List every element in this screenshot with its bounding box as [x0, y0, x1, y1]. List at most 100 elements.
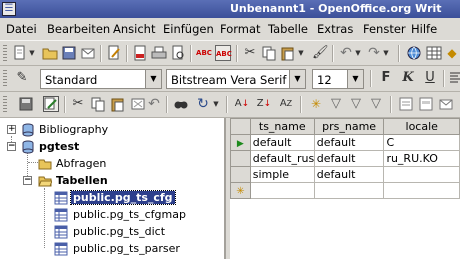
redo-dropdown-icon[interactable]: ▼	[382, 45, 390, 61]
toolbar-grip[interactable]	[3, 96, 7, 113]
menu-ansicht[interactable]: Ansicht	[113, 22, 155, 36]
new-document-icon[interactable]	[12, 45, 28, 61]
grid-cell[interactable]: C	[383, 134, 460, 151]
row-header[interactable]	[230, 150, 251, 167]
chevron-down-icon[interactable]: ▼	[145, 70, 161, 88]
column-header-prs-name[interactable]: prs_name	[313, 118, 385, 135]
delete-record-icon[interactable]	[130, 96, 146, 112]
undo-icon[interactable]: ↶	[338, 45, 354, 61]
bold-button[interactable]: F	[378, 70, 394, 86]
grid-corner[interactable]	[230, 118, 251, 135]
tree-item-table-pg-ts-dict[interactable]: public.pg_ts_dict	[0, 224, 224, 241]
grid-cell[interactable]	[249, 182, 315, 199]
menu-datei[interactable]: Datei	[6, 22, 37, 36]
tree-item-pgtest[interactable]: − pgtest	[0, 139, 224, 156]
column-header-locale[interactable]: locale	[383, 118, 460, 135]
save-icon[interactable]	[61, 45, 77, 61]
standard-filter-icon[interactable]: ▽	[348, 96, 364, 112]
grid-cell[interactable]: default_russi	[249, 150, 315, 167]
menu-einfuegen[interactable]: Einfügen	[163, 22, 214, 36]
refresh-dropdown-icon[interactable]: ▼	[212, 96, 220, 112]
undo-icon[interactable]: ↶	[146, 96, 162, 112]
collapse-icon[interactable]: −	[23, 176, 32, 185]
current-row-marker-icon[interactable]: ▶	[230, 134, 251, 151]
italic-button[interactable]: K	[400, 70, 416, 86]
autofilter-icon[interactable]: ✳	[308, 96, 324, 112]
font-name-select[interactable]: Bitstream Vera Serif ▼	[166, 69, 306, 89]
mail-icon[interactable]	[80, 45, 96, 61]
copy-icon[interactable]	[261, 45, 277, 61]
toolbar-grip[interactable]	[3, 45, 7, 62]
grid-cell[interactable]	[383, 166, 460, 183]
grid-cell[interactable]: ru_RU.KO	[383, 150, 460, 167]
new-record-icon[interactable]: ✳	[230, 182, 251, 199]
grid-cell[interactable]	[383, 182, 460, 199]
tree-item-table-pg-ts-cfgmap[interactable]: public.pg_ts_cfgmap	[0, 207, 224, 224]
grid-cell[interactable]: default	[313, 150, 385, 167]
page-preview-icon[interactable]	[170, 45, 186, 61]
save-record-icon[interactable]	[18, 96, 34, 112]
table-row[interactable]: ▶ default default C	[230, 134, 460, 151]
styles-formatting-icon[interactable]: ✎	[14, 70, 30, 86]
expand-icon[interactable]: +	[7, 125, 16, 134]
chevron-down-icon[interactable]: ▼	[347, 70, 363, 88]
paste-dropdown-icon[interactable]: ▼	[297, 45, 305, 61]
menu-bearbeiten[interactable]: Bearbeiten	[47, 22, 110, 36]
collapse-icon[interactable]: −	[7, 142, 16, 151]
column-header-ts-name[interactable]: ts_name	[249, 118, 315, 135]
grid-cell[interactable]: simple	[249, 166, 315, 183]
sort-descending-icon[interactable]: Z↓	[256, 96, 272, 112]
open-folder-icon[interactable]	[42, 45, 58, 61]
menu-format[interactable]: Format	[220, 22, 261, 36]
cut-icon[interactable]: ✂	[242, 45, 258, 61]
auto-spellcheck-icon[interactable]: ABC	[215, 45, 232, 61]
toolbar-grip[interactable]	[3, 70, 7, 87]
clone-formatting-icon[interactable]: 🖌	[312, 45, 329, 61]
underline-button[interactable]: U	[422, 70, 438, 86]
paragraph-style-select[interactable]: Standard ▼	[40, 69, 162, 89]
show-draw-functions-icon[interactable]: ◆	[444, 45, 460, 61]
menu-fenster[interactable]: Fenster	[363, 22, 406, 36]
table-row[interactable]: default_russi default ru_RU.KO	[230, 150, 460, 167]
menu-extras[interactable]: Extras	[317, 22, 353, 36]
spellcheck-icon[interactable]: ABC	[196, 45, 212, 61]
paste-icon[interactable]	[110, 96, 126, 112]
redo-icon[interactable]: ↷	[366, 45, 382, 61]
app-icon[interactable]: ☰	[2, 2, 16, 16]
new-dropdown-icon[interactable]: ▼	[28, 45, 36, 61]
copy-icon[interactable]	[90, 96, 106, 112]
hyperlink-icon[interactable]	[406, 45, 422, 61]
tree-item-table-pg-ts-cfg[interactable]: public.pg_ts_cfg	[0, 190, 224, 207]
row-header[interactable]	[230, 166, 251, 183]
data-to-fields-icon[interactable]	[418, 96, 434, 112]
remove-filter-icon[interactable]: ▽	[368, 96, 384, 112]
edit-file-icon[interactable]	[106, 45, 122, 61]
grid-cell[interactable]: default	[313, 166, 385, 183]
align-left-icon[interactable]	[448, 70, 460, 86]
menu-tabelle[interactable]: Tabelle	[268, 22, 308, 36]
data-to-text-icon[interactable]	[398, 96, 414, 112]
paste-icon[interactable]	[280, 45, 296, 61]
grid-cell[interactable]: default	[313, 134, 385, 151]
tree-item-tabellen[interactable]: − Tabellen	[0, 173, 224, 190]
grid-cell[interactable]: default	[249, 134, 315, 151]
grid-cell[interactable]	[313, 182, 385, 199]
print-icon[interactable]	[151, 45, 167, 61]
font-size-select[interactable]: 12 ▼	[312, 69, 364, 89]
chevron-down-icon[interactable]: ▼	[289, 70, 305, 88]
tree-item-bibliography[interactable]: + Bibliography	[0, 122, 224, 139]
table-icon[interactable]	[426, 45, 442, 61]
new-record-row[interactable]: ✳	[230, 182, 460, 199]
export-pdf-icon[interactable]	[132, 45, 148, 61]
refresh-icon[interactable]: ↻	[195, 96, 211, 112]
undo-dropdown-icon[interactable]: ▼	[354, 45, 362, 61]
table-row[interactable]: simple default	[230, 166, 460, 183]
tree-item-abfragen[interactable]: Abfragen	[0, 156, 224, 173]
menu-hilfe[interactable]: Hilfe	[411, 22, 437, 36]
edit-data-icon[interactable]	[43, 96, 59, 112]
find-record-icon[interactable]	[173, 96, 189, 112]
sort-icon[interactable]: AZ	[278, 96, 294, 112]
cut-icon[interactable]: ✂	[70, 96, 86, 112]
mail-merge-icon[interactable]	[438, 96, 454, 112]
tree-item-table-pg-ts-parser[interactable]: public.pg_ts_parser	[0, 241, 224, 258]
